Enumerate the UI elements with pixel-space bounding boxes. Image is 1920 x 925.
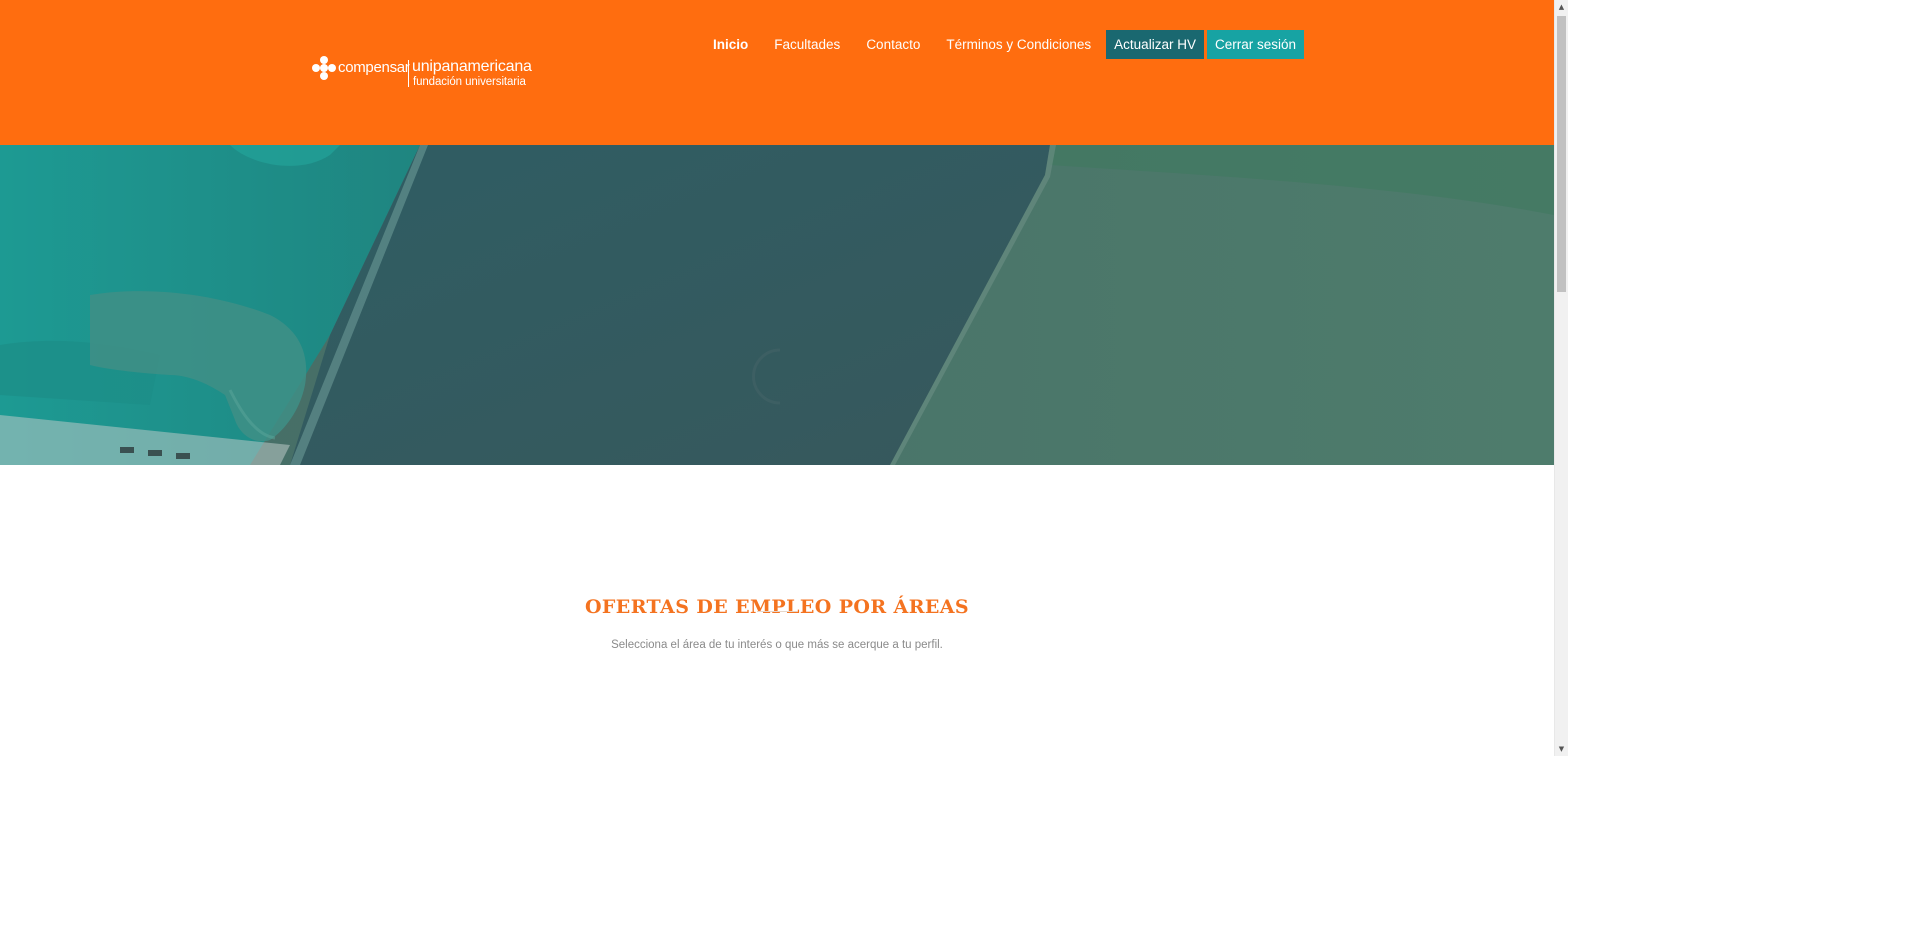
scroll-up-arrow-icon[interactable]: ▲ [1555,0,1568,14]
logo-dots-icon [312,56,336,80]
section-divider [757,611,797,612]
nav-item-inicio[interactable]: Inicio [700,30,761,59]
nav-item-contacto[interactable]: Contacto [853,30,933,59]
section-title: OFERTAS DE EMPLEO POR ÁREAS [584,595,970,618]
nav-item-terminos[interactable]: Términos y Condiciones [933,30,1104,59]
logo-separator [408,60,409,87]
logo-tagline-text: fundación universitaria [413,76,526,88]
site-logo[interactable]: compensar unipanamericana fundación univ… [311,55,532,91]
nav-item-facultades[interactable]: Facultades [761,30,853,59]
logout-button[interactable]: Cerrar sesión [1206,30,1304,59]
section-subtitle: Selecciona el área de tu interés o que m… [611,638,943,651]
logo-brand-text: compensar [338,59,410,76]
logo-name-text: unipanamericana [412,58,532,75]
update-cv-button[interactable]: Actualizar HV [1106,30,1204,59]
scroll-down-arrow-icon[interactable]: ▼ [1555,742,1568,756]
main-nav: Inicio Facultades Contacto Términos y Co… [700,30,1304,59]
hero-banner [0,145,1554,465]
hero-image [0,145,1554,465]
vertical-scrollbar[interactable]: ▲ ▼ [1554,0,1568,756]
site-header: compensar unipanamericana fundación univ… [0,0,1554,145]
page: compensar unipanamericana fundación univ… [0,0,1554,756]
scrollbar-thumb[interactable] [1557,16,1566,292]
